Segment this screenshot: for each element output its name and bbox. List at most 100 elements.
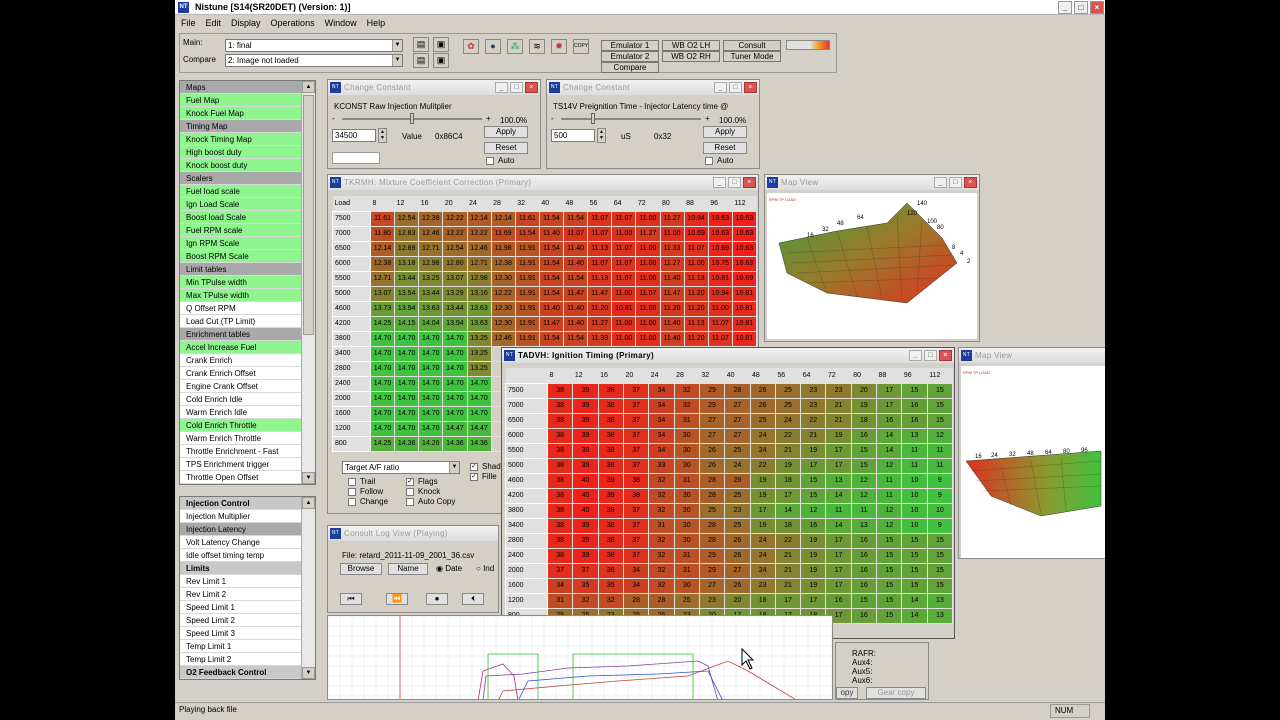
table-cell[interactable]: 14.36 — [466, 435, 492, 452]
table-cell[interactable]: 11.54 — [514, 225, 540, 242]
stop-icon[interactable]: ● — [426, 593, 448, 605]
table-cell[interactable]: 15 — [850, 457, 878, 474]
table-cell[interactable]: 12 — [926, 427, 954, 444]
table-cell[interactable]: 13.44 — [418, 285, 444, 302]
graph-icon[interactable]: ≋ — [529, 39, 545, 54]
table-cell[interactable]: 11.00 — [635, 315, 661, 332]
spinner[interactable]: ▲ ▼ — [378, 128, 387, 143]
table-cell[interactable]: 29 — [698, 562, 726, 579]
table-cell[interactable]: 15 — [901, 382, 928, 399]
table-cell[interactable]: 29 — [698, 397, 726, 414]
nav-item[interactable]: Fuel load scale — [180, 185, 301, 198]
table-cell[interactable]: 14.70 — [418, 345, 444, 362]
table-cell[interactable]: 39 — [572, 457, 599, 474]
table-cell[interactable]: 19 — [800, 442, 827, 459]
table-cell[interactable]: 10.81 — [611, 300, 637, 317]
table-cell[interactable]: 36 — [597, 562, 624, 579]
table-cell[interactable]: 38 — [622, 487, 650, 504]
table-cell[interactable]: 12.54 — [394, 210, 420, 227]
table-cell[interactable]: 31 — [673, 472, 700, 489]
table-cell[interactable]: 30 — [673, 502, 700, 519]
table-cell[interactable]: 14.70 — [369, 345, 396, 362]
scroll-down-icon[interactable]: ▼ — [302, 472, 315, 484]
table-cell[interactable]: 14.70 — [466, 405, 492, 422]
table-cell[interactable]: 17 — [825, 442, 852, 459]
table-cell[interactable]: 39 — [572, 382, 599, 399]
table-cell[interactable]: 37 — [546, 562, 574, 579]
table-cell[interactable]: 10.63 — [707, 210, 733, 227]
fuel-3d-surface[interactable]: RPM TP LOAD 1401201008064483216842 — [767, 193, 977, 339]
table-cell[interactable]: 24 — [774, 412, 802, 429]
table-cell[interactable]: 14.70 — [442, 375, 468, 392]
nav-item[interactable]: Accel Increase Fuel — [180, 341, 301, 354]
table-cell[interactable]: 31 — [673, 547, 700, 564]
table-cell[interactable]: 11.07 — [587, 210, 613, 227]
nav-item[interactable]: Ign RPM Scale — [180, 237, 301, 250]
open-compare-icon[interactable]: ▤ — [413, 53, 429, 68]
table-cell[interactable]: 26 — [749, 382, 776, 399]
table-cell[interactable]: 32 — [572, 592, 599, 609]
table-cell[interactable]: 11.07 — [562, 225, 589, 242]
maximize-button[interactable]: □ — [729, 82, 742, 93]
table-cell[interactable]: 11.00 — [635, 270, 661, 287]
nav-item[interactable]: Knock boost duty — [180, 159, 301, 172]
table-cell[interactable]: 38 — [546, 487, 574, 504]
table-cell[interactable]: 11.20 — [659, 300, 685, 317]
table-cell[interactable]: 34 — [648, 382, 675, 399]
table-cell[interactable]: 11.20 — [683, 330, 709, 347]
table-cell[interactable]: 27 — [698, 412, 726, 429]
table-cell[interactable]: 16 — [850, 562, 878, 579]
table-cell[interactable]: 16 — [876, 412, 903, 429]
table-cell[interactable]: 27 — [724, 412, 751, 429]
table-cell[interactable]: 13.54 — [394, 285, 420, 302]
table-cell[interactable]: 37 — [622, 457, 650, 474]
table-cell[interactable]: 25 — [698, 502, 726, 519]
table-cell[interactable]: 10.63 — [707, 225, 733, 242]
table-cell[interactable]: 38 — [546, 472, 574, 489]
table-cell[interactable]: 25 — [724, 487, 751, 504]
scroll-up-icon[interactable]: ▲ — [302, 497, 315, 509]
table-cell[interactable]: 24 — [749, 442, 776, 459]
nav-item[interactable]: Maps — [180, 81, 301, 94]
table-cell[interactable]: 38 — [597, 427, 624, 444]
table-cell[interactable]: 39 — [597, 502, 624, 519]
table-cell[interactable]: 12.46 — [490, 330, 516, 347]
table-cell[interactable]: 20 — [724, 592, 751, 609]
nav-item[interactable]: O2 Feedback Control — [180, 666, 301, 679]
table-cell[interactable]: 12 — [850, 487, 878, 504]
globe-icon[interactable]: ● — [485, 39, 501, 54]
table-cell[interactable]: 12.22 — [466, 225, 492, 242]
table-cell[interactable]: 11.91 — [514, 300, 540, 317]
maximize-button[interactable]: □ — [924, 350, 937, 361]
table-cell[interactable]: 32 — [648, 472, 675, 489]
table-cell[interactable]: 38 — [546, 517, 574, 534]
table-cell[interactable]: 37 — [622, 382, 650, 399]
table-cell[interactable]: 15 — [876, 577, 903, 594]
table-cell[interactable]: 11.00 — [635, 240, 661, 257]
table-cell[interactable]: 34 — [648, 427, 675, 444]
table-cell[interactable]: 19 — [800, 532, 827, 549]
nav-item[interactable]: Engine Crank Offset — [180, 380, 301, 393]
table-cell[interactable]: 19 — [749, 517, 776, 534]
table-cell[interactable]: 26 — [698, 442, 726, 459]
table-cell[interactable]: 32 — [597, 592, 624, 609]
minimize-button[interactable]: _ — [714, 82, 727, 93]
close-button[interactable]: × — [939, 350, 952, 361]
table-cell[interactable]: 25 — [774, 397, 802, 414]
table-cell[interactable]: 9 — [926, 517, 954, 534]
table-cell[interactable]: 14.15 — [394, 315, 420, 332]
follow-checkbox[interactable]: Follow — [348, 487, 383, 496]
table-cell[interactable]: 24 — [749, 547, 776, 564]
table-cell[interactable]: 35 — [572, 577, 599, 594]
copy-button[interactable]: opy — [836, 687, 858, 699]
table-cell[interactable]: 27 — [724, 562, 751, 579]
table-cell[interactable]: 19 — [850, 397, 878, 414]
table-cell[interactable]: 17 — [825, 577, 852, 594]
table-cell[interactable]: 12.46 — [418, 225, 444, 242]
table-cell[interactable]: 12.38 — [369, 255, 396, 272]
table-cell[interactable]: 17 — [876, 397, 903, 414]
table-cell[interactable]: 11.07 — [611, 210, 637, 227]
table-cell[interactable]: 38 — [546, 547, 574, 564]
table-cell[interactable]: 12.71 — [369, 270, 396, 287]
table-cell[interactable]: 11.54 — [562, 210, 589, 227]
